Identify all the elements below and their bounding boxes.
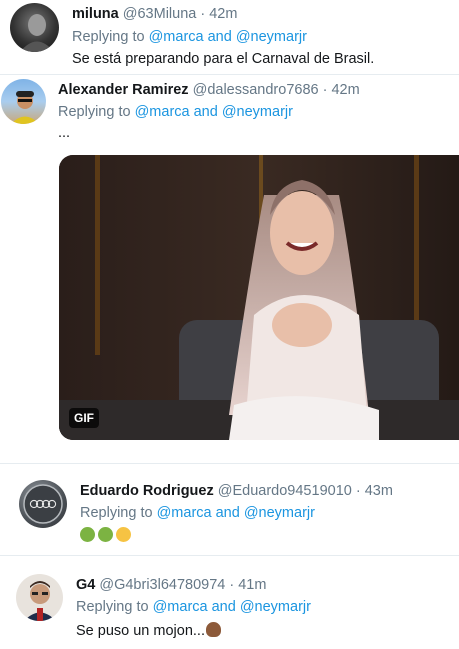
tweet-text: ... [58,125,71,141]
gif-media[interactable]: GIF [59,155,459,440]
user-handle[interactable]: @G4bri3l64780974 [99,577,225,593]
man-with-glasses-icon [24,581,56,621]
reply-tweet-miluna[interactable]: miluna @63Miluna · 42m Replying to @marc… [0,0,459,75]
timestamp[interactable]: · 43m [356,483,393,499]
tweet-header: Alexander Ramirez @dalessandro7686 · 42m [58,82,360,98]
user-handle[interactable]: @63Miluna [123,6,197,22]
replying-links[interactable]: @marca and @neymarjr [135,104,293,120]
tweet-text: Se puso un mojon... [76,623,205,639]
pile-of-poo-icon [205,622,221,637]
tweet-header: G4 @G4bri3l64780974 · 41m [76,577,266,593]
emoji-row [80,527,134,544]
replying-to: Replying to @marca and @neymarjr [72,29,307,45]
tweet-text-row: Se puso un mojon... [76,622,224,639]
replying-links[interactable]: @marca and @neymarjr [157,505,315,521]
reply-tweet-eduardo[interactable]: Eduardo Rodriguez @Eduardo94519010 · 43m… [0,464,459,564]
avatar[interactable] [19,480,67,528]
nauseated-face-icon [98,527,113,542]
replying-to: Replying to @marca and @neymarjr [76,599,311,615]
tweet-header: miluna @63Miluna · 42m [72,6,237,22]
display-name[interactable]: Eduardo Rodriguez [80,483,214,499]
vomiting-face-icon [116,527,131,542]
display-name[interactable]: Alexander Ramirez [58,82,189,98]
user-handle[interactable]: @Eduardo94519010 [218,483,352,499]
replying-links[interactable]: @marca and @neymarjr [153,599,311,615]
user-handle[interactable]: @dalessandro7686 [193,82,319,98]
timestamp[interactable]: · 42m [323,82,360,98]
gif-badge: GIF [69,408,99,428]
replying-to: Replying to @marca and @neymarjr [58,104,293,120]
replying-links[interactable]: @marca and @neymarjr [149,29,307,45]
audi-logo-icon [23,484,63,524]
avatar[interactable] [1,79,46,124]
reply-tweet-g4[interactable]: G4 @G4bri3l64780974 · 41m Replying to @m… [0,556,459,649]
replying-prefix: Replying to [58,104,131,120]
avatar[interactable] [10,3,59,52]
replying-prefix: Replying to [80,505,153,521]
replying-prefix: Replying to [72,29,145,45]
replying-prefix: Replying to [76,599,149,615]
tweet-text: Se está preparando para el Carnaval de B… [72,51,375,67]
display-name[interactable]: G4 [76,577,95,593]
gif-woman-laughing-icon [59,155,459,440]
timestamp[interactable]: · 42m [200,6,237,22]
avatar[interactable] [16,574,63,621]
display-name[interactable]: miluna [72,6,119,22]
replying-to: Replying to @marca and @neymarjr [80,505,315,521]
tweet-header: Eduardo Rodriguez @Eduardo94519010 · 43m [80,483,393,499]
timestamp[interactable]: · 41m [229,577,266,593]
dark-portrait-icon [20,14,54,52]
nauseated-face-icon [80,527,95,542]
man-with-cap-icon [11,91,39,124]
